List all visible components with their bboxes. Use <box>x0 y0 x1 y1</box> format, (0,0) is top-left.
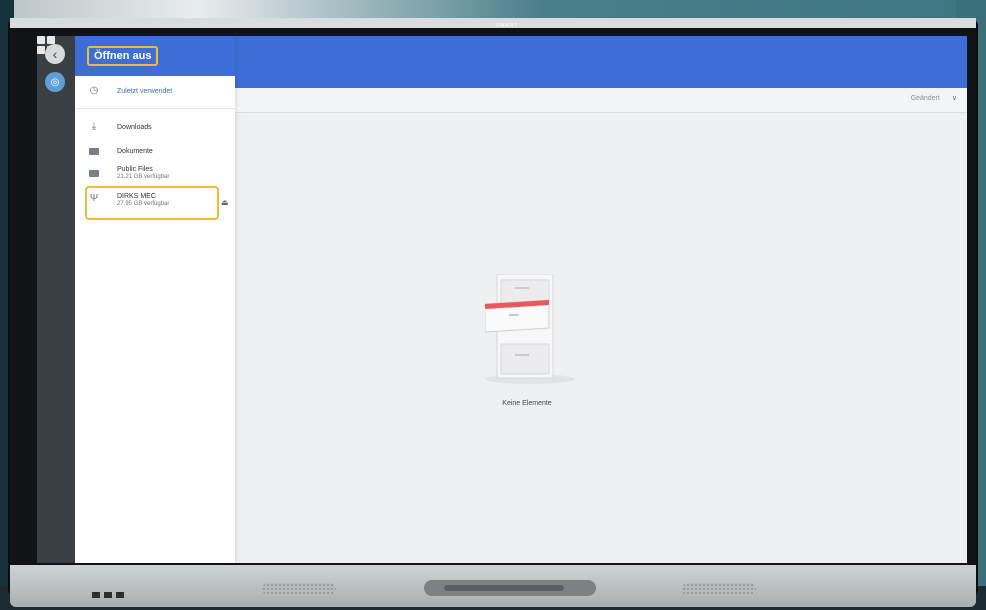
apps-grid-tile <box>37 46 45 54</box>
speaker-left <box>262 583 336 595</box>
chevron-down-icon: ∨ <box>951 95 957 102</box>
nav-item-recent[interactable]: ◷ Zuletzt verwendet <box>75 80 235 106</box>
nav-label: DIRKS MEC <box>117 193 156 200</box>
nav-label: Downloads <box>117 124 152 131</box>
drawer-divider <box>75 108 235 109</box>
front-panel-buttons <box>92 585 142 598</box>
eject-icon[interactable]: ⏏ <box>221 198 229 207</box>
sort-dropdown[interactable]: Geändert ∨ <box>911 94 957 102</box>
nav-sublabel: 27,95 GB verfügbar <box>117 201 170 207</box>
globe-icon: ◎ <box>50 76 60 88</box>
empty-state-text: Keine Elemente <box>502 400 552 407</box>
sort-bar: Geändert ∨ <box>235 88 967 113</box>
front-button[interactable] <box>116 592 124 598</box>
speaker-right <box>682 583 756 595</box>
front-button[interactable] <box>104 592 112 598</box>
drawer-header: Öffnen aus <box>75 36 235 76</box>
folder-icon <box>89 170 99 177</box>
download-icon: ⤓ <box>91 121 97 132</box>
drawer-title: Öffnen aus <box>87 46 159 66</box>
apps-grid-tile <box>37 36 45 44</box>
nav-item-downloads[interactable]: ⤓ Downloads <box>75 116 235 142</box>
chevron-left-icon: ‹ <box>52 46 58 62</box>
nav-item-public-files[interactable]: Public Files 21,21 GB verfügbar <box>75 162 235 188</box>
nav-item-usb-drive[interactable]: Ψ DIRKS MEC 27,95 GB verfügbar <box>75 188 235 214</box>
avatar[interactable]: ◎ <box>45 72 65 92</box>
file-picker-drawer: Öffnen aus ◷ Zuletzt verwendet ⤓ Downloa… <box>75 36 235 563</box>
apps-grid-tile <box>47 36 55 44</box>
file-cabinet-illustration <box>485 274 554 379</box>
monitor-top-bar <box>10 18 976 28</box>
pen <box>444 585 564 591</box>
nav-sublabel: 21,21 GB verfügbar <box>117 174 170 180</box>
back-button[interactable]: ‹ <box>45 44 65 64</box>
clock-icon: ◷ <box>89 85 99 96</box>
monitor-brand: SMART <box>496 23 519 29</box>
front-button[interactable] <box>92 592 100 598</box>
nav-label: Dokumente <box>117 148 153 155</box>
usb-icon: Ψ <box>89 193 99 204</box>
sort-label: Geändert <box>910 95 940 102</box>
nav-label: Public Files <box>117 166 153 173</box>
side-rail: ‹ ◎ <box>37 36 75 563</box>
folder-icon <box>89 148 99 155</box>
screen: ‹ ◎ Geändert ∨ Keine Elemente Öffnen aus <box>37 36 967 563</box>
nav-label: Zuletzt verwendet <box>117 88 173 95</box>
